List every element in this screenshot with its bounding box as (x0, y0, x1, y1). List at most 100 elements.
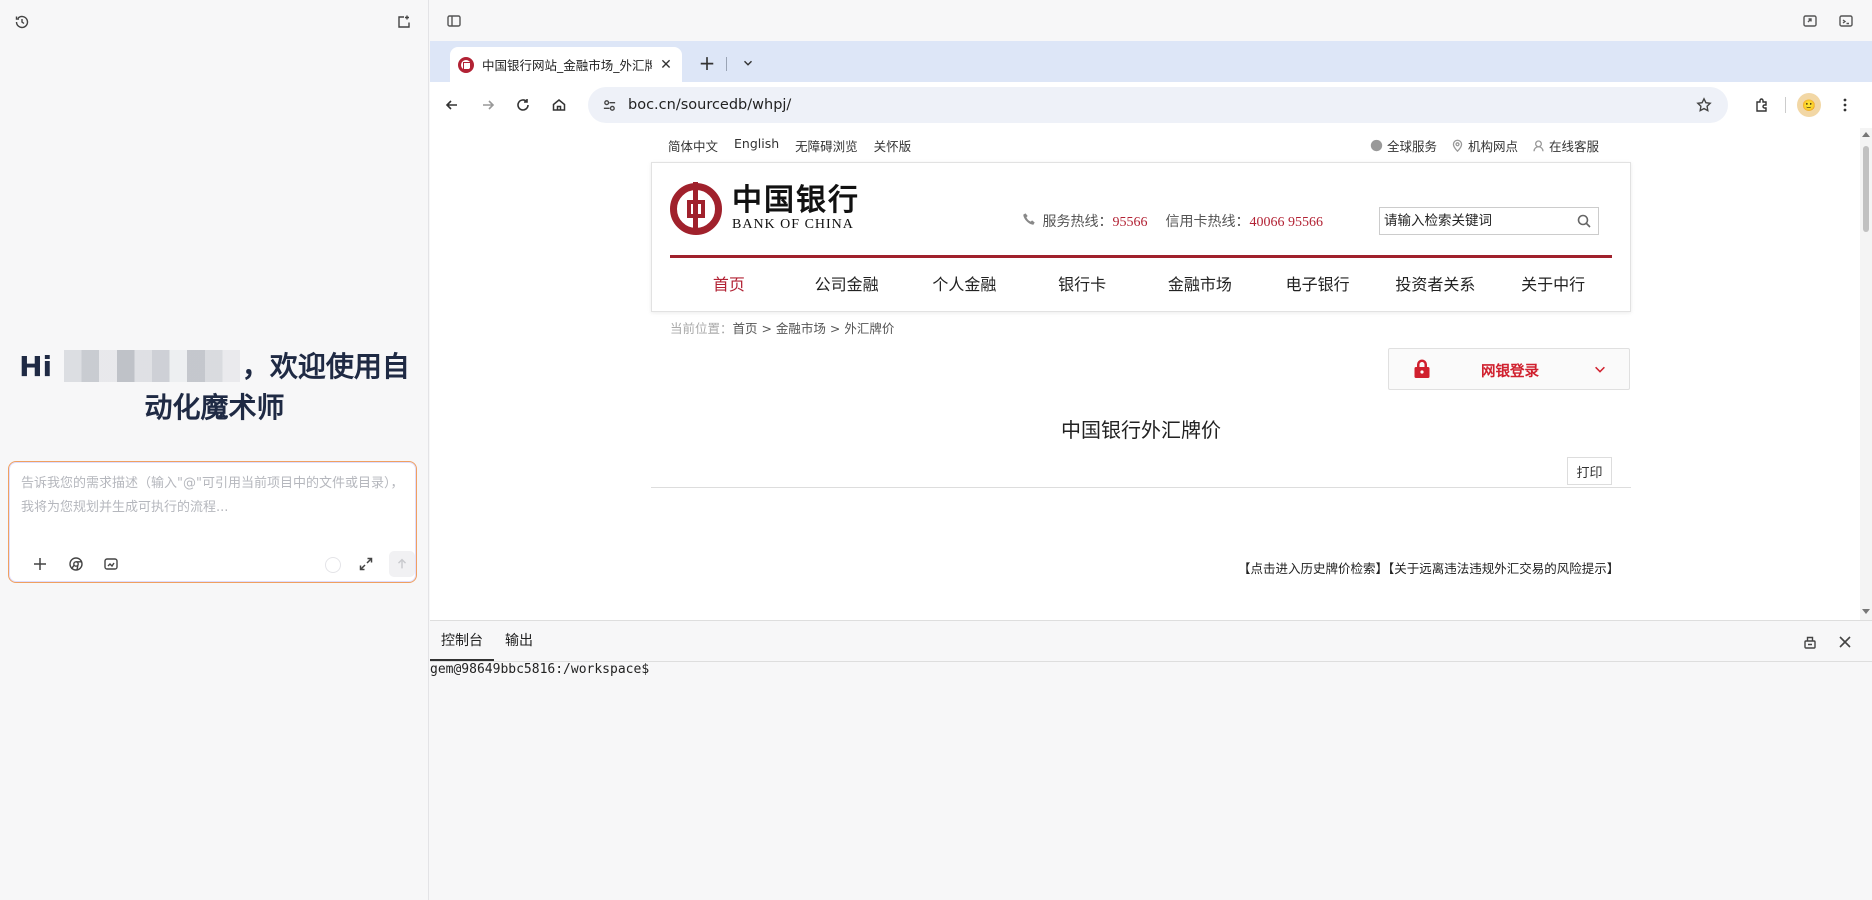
nav-about-boc[interactable]: 关于中行 (1494, 259, 1612, 311)
tab-separator (726, 57, 727, 71)
link-care-version[interactable]: 关怀版 (874, 136, 912, 155)
page-scrollbar[interactable] (1860, 128, 1872, 620)
web-page: 简体中文 English 无障碍浏览 关怀版 全球服务 机构网点 在线客服 中国… (430, 128, 1860, 620)
blurred-username (63, 350, 240, 382)
new-chat-icon[interactable] (395, 13, 413, 31)
forward-icon[interactable] (476, 93, 500, 117)
history-icon[interactable] (13, 13, 31, 31)
link-online-service[interactable]: 在线客服 (1532, 136, 1599, 155)
link-simplified-chinese[interactable]: 简体中文 (668, 136, 718, 155)
service-hotline-number: 95566 (1112, 215, 1148, 230)
assistant-panel: Hi ，欢迎使用自动化魔术师 (0, 0, 429, 900)
scroll-down-arrow-icon[interactable] (1862, 609, 1870, 614)
hotlines: 服务热线：95566 信用卡热线：40066 95566 (1022, 211, 1323, 231)
main-nav: 首页 公司金融 个人金融 银行卡 金融市场 电子银行 投资者关系 关于中行 (670, 259, 1612, 311)
terminal-panel: 控制台 输出 gem@98649bbc5816:/workspace$ (430, 620, 1872, 900)
reload-icon[interactable] (511, 93, 535, 117)
card-hotline-number: 40066 95566 (1249, 215, 1323, 230)
nav-bank-cards[interactable]: 银行卡 (1023, 259, 1141, 311)
lock-icon (1414, 359, 1430, 378)
customer-service-icon (1533, 140, 1544, 152)
service-hotline: 服务热线：95566 (1022, 211, 1147, 231)
profile-avatar[interactable]: 🙂 (1797, 93, 1821, 117)
greeting-prefix: Hi (19, 350, 53, 383)
nav-corporate-banking[interactable]: 公司金融 (788, 259, 906, 311)
link-global-services[interactable]: 全球服务 (1370, 136, 1437, 155)
link-accessibility[interactable]: 无障碍浏览 (795, 136, 858, 155)
toolbar-separator (1785, 97, 1786, 113)
clear-terminal-icon[interactable] (1801, 633, 1819, 651)
header-red-rule (670, 255, 1612, 258)
address-bar[interactable]: boc.cn/sourcedb/whpj/ (588, 87, 1728, 123)
ebank-login-label: 网银登录 (1481, 364, 1539, 380)
boc-logo[interactable]: 中国银行 BANK OF CHINA (670, 182, 860, 235)
nav-investor-relations[interactable]: 投资者关系 (1377, 259, 1495, 311)
scrollbar-thumb[interactable] (1863, 146, 1869, 232)
ebank-login-button[interactable]: 网银登录 (1388, 348, 1630, 390)
url-text[interactable]: boc.cn/sourcedb/whpj/ (628, 97, 791, 113)
back-icon[interactable] (440, 93, 464, 117)
image-picker-icon[interactable] (100, 553, 122, 575)
status-circle-icon (325, 557, 341, 573)
browser-window: 中国银行网站_金融市场_外汇牌价 ✕ + boc.cn/sourcedb/whp… (430, 0, 1872, 620)
risk-notice-link[interactable]: 【关于远离违法违规外汇交易的风险提示】 (1388, 561, 1619, 576)
browser-icon[interactable] (65, 553, 87, 575)
chevron-down-icon (1595, 366, 1605, 373)
global-services-label: 全球服务 (1387, 139, 1438, 154)
add-icon[interactable] (29, 553, 51, 575)
nav-personal-banking[interactable]: 个人金融 (906, 259, 1024, 311)
tab-boc-exchange-rates[interactable]: 中国银行网站_金融市场_外汇牌价 ✕ (450, 47, 682, 82)
service-hotline-label: 服务热线： (1042, 214, 1113, 230)
browser-menu-icon[interactable] (1833, 93, 1857, 117)
site-header: 中国银行 BANK OF CHINA 服务热线：95566 信用卡热线：4006… (651, 162, 1631, 312)
extensions-icon[interactable] (1750, 93, 1774, 117)
terminal-prompt[interactable]: gem@98649bbc5816:/workspace$ (430, 661, 649, 679)
nav-financial-markets[interactable]: 金融市场 (1141, 259, 1259, 311)
location-pin-icon (1452, 139, 1463, 152)
home-icon[interactable] (547, 93, 571, 117)
site-info-icon[interactable] (600, 96, 618, 114)
page-title: 中国银行外汇牌价 (1061, 418, 1221, 442)
terminal-tabs: 控制台 输出 (430, 621, 544, 661)
prompt-input[interactable] (21, 472, 406, 528)
link-english[interactable]: English (734, 136, 779, 155)
tab-close-icon[interactable]: ✕ (658, 57, 674, 73)
card-hotline: 信用卡热线：40066 95566 (1165, 211, 1323, 231)
send-button[interactable] (389, 551, 415, 577)
expand-icon[interactable] (355, 553, 377, 575)
picture-in-picture-icon[interactable] (1801, 12, 1819, 30)
site-search-input[interactable] (1384, 211, 1564, 231)
online-service-label: 在线客服 (1549, 139, 1600, 154)
tab-output[interactable]: 输出 (494, 621, 544, 661)
new-tab-button[interactable]: + (695, 51, 719, 75)
branches-label: 机构网点 (1468, 139, 1519, 154)
breadcrumb-label: 当前位置： (670, 321, 733, 336)
search-icon[interactable] (1576, 213, 1592, 229)
history-links: 【点击进入历史牌价检索】【关于远离违法违规外汇交易的风险提示】 (1238, 558, 1619, 577)
nav-home[interactable]: 首页 (670, 259, 788, 311)
bookmark-star-icon[interactable] (1694, 95, 1714, 115)
tab-list-chevron-icon[interactable] (737, 52, 759, 74)
site-search (1379, 207, 1599, 235)
history-rates-link[interactable]: 【点击进入历史牌价检索】 (1238, 561, 1388, 576)
nav-e-banking[interactable]: 电子银行 (1259, 259, 1377, 311)
tab-console[interactable]: 控制台 (430, 621, 494, 661)
scroll-up-arrow-icon[interactable] (1862, 132, 1870, 137)
sidebar-toggle-icon[interactable] (445, 12, 463, 30)
tab-title: 中国银行网站_金融市场_外汇牌价 (482, 58, 652, 73)
browser-top-strip (430, 0, 1872, 41)
breadcrumb: 当前位置：首页 > 金融市场 > 外汇牌价 (670, 318, 894, 337)
link-branches[interactable]: 机构网点 (1451, 136, 1518, 155)
tab-bar: 中国银行网站_金融市场_外汇牌价 ✕ + (430, 41, 1872, 82)
content-divider (651, 487, 1631, 488)
breadcrumb-path[interactable]: 首页 > 金融市场 > 外汇牌价 (733, 321, 895, 336)
phone-icon (1023, 213, 1035, 225)
boc-favicon-icon (458, 56, 474, 73)
boc-emblem-icon (670, 182, 722, 235)
browser-toolbar: boc.cn/sourcedb/whpj/ 🙂 (430, 82, 1872, 128)
globe-icon (1370, 139, 1383, 152)
terminal-toggle-icon[interactable] (1837, 12, 1855, 30)
print-button[interactable]: 打印 (1567, 457, 1612, 485)
logo-chinese-name: 中国银行 (732, 183, 860, 218)
close-icon[interactable] (1836, 633, 1854, 651)
